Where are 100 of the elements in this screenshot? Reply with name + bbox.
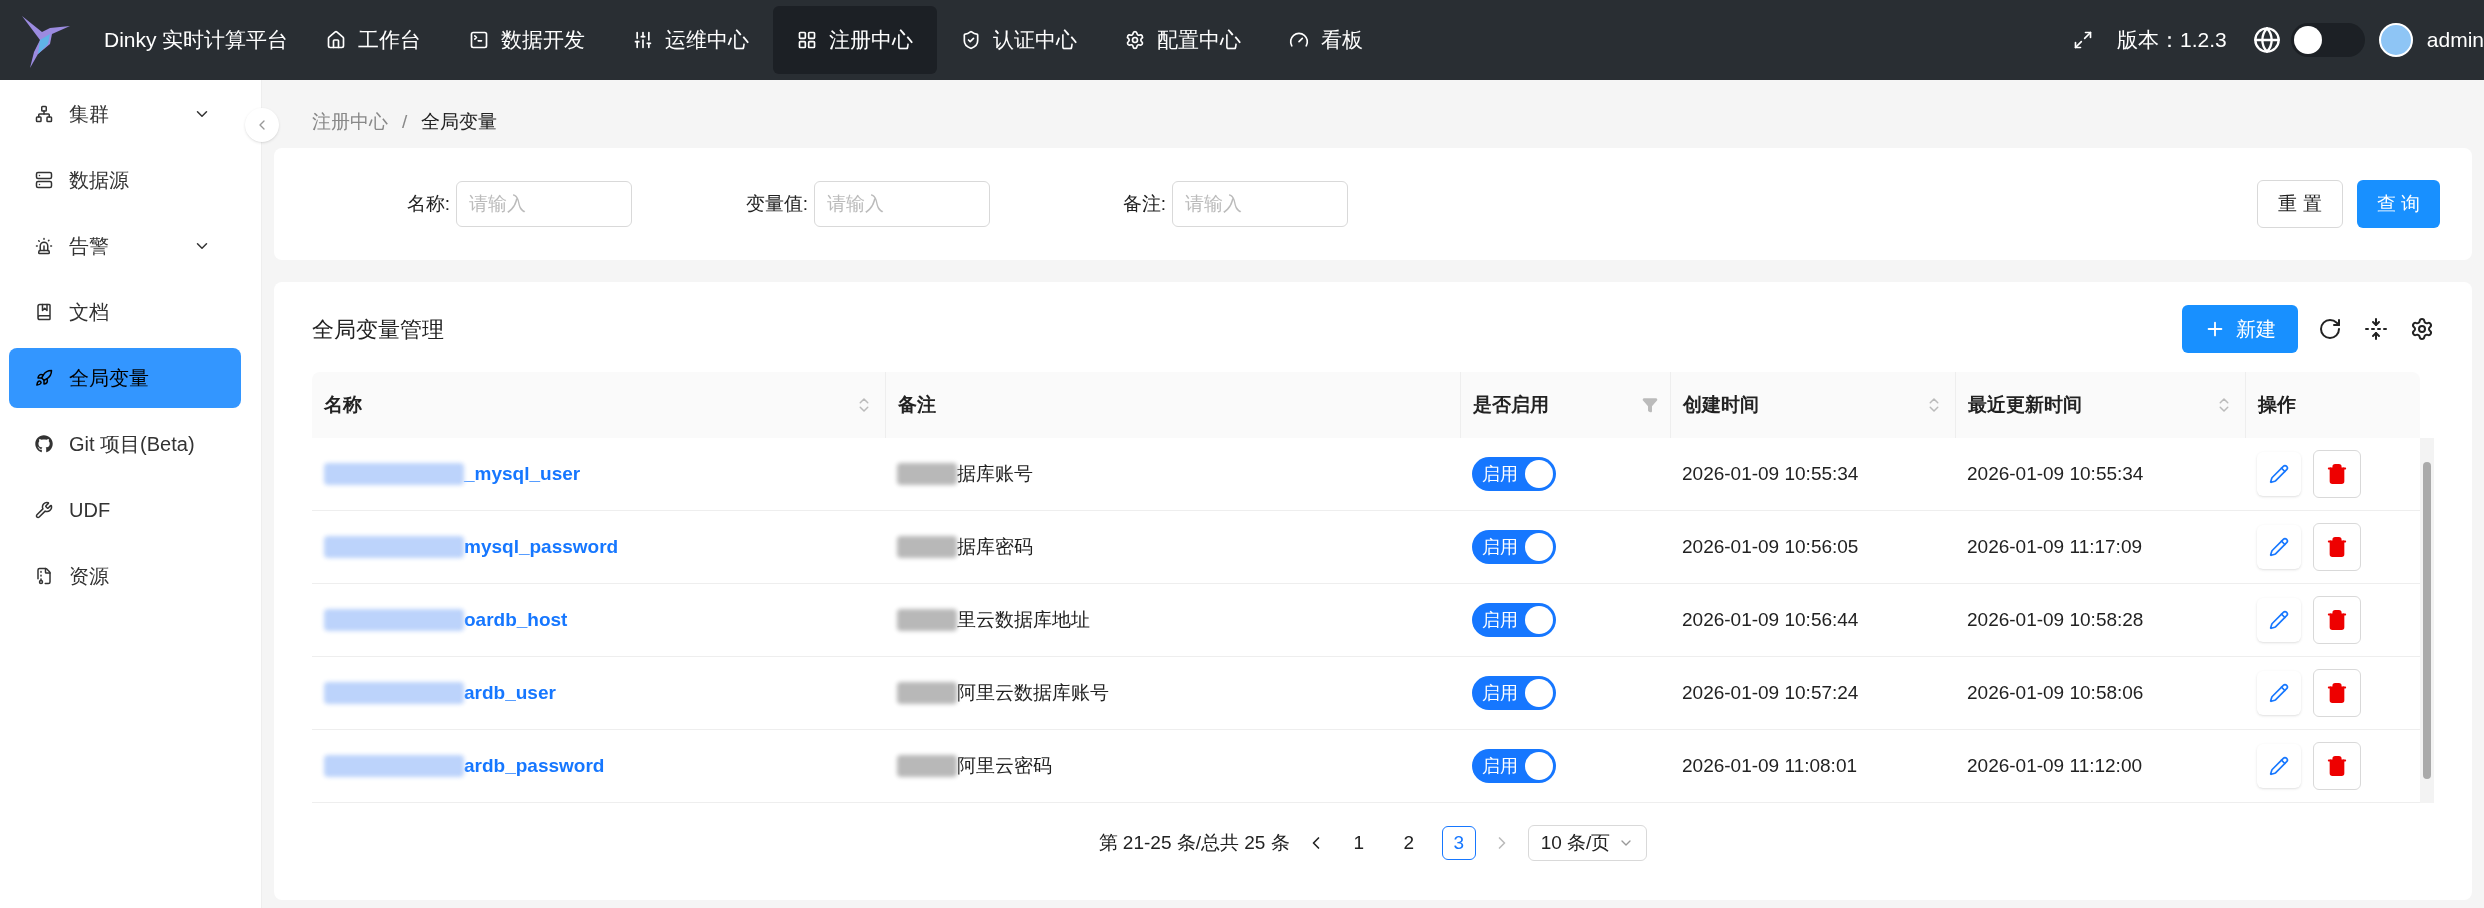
shield-icon [961, 30, 982, 50]
grid-icon [797, 30, 818, 50]
table-cell-text: 阿里云数据库账号 [957, 680, 1109, 705]
theme-toggle[interactable] [2290, 23, 2365, 57]
fullscreen-icon[interactable] [2073, 30, 2094, 50]
filter-input[interactable]: 请输入 [456, 181, 632, 227]
nav-tab[interactable]: 认证中心 [937, 6, 1102, 74]
delete-button[interactable] [2313, 450, 2361, 498]
wrench-icon [35, 501, 53, 519]
table-cell-text: 2026-01-09 11:17:09 [1966, 534, 2144, 559]
variable-name-link[interactable]: ardb_password [464, 751, 605, 781]
sliders-icon [633, 30, 654, 50]
enable-switch[interactable]: 启用 [1472, 603, 1556, 637]
sidebar-item[interactable]: 资源 [9, 546, 241, 606]
page-button[interactable]: 2 [1391, 826, 1426, 860]
siren-icon [35, 237, 53, 255]
sidebar-item[interactable]: 全局变量 [9, 348, 241, 408]
delete-button[interactable] [2313, 742, 2361, 790]
language-icon[interactable] [2252, 26, 2281, 54]
column-header[interactable]: 是否启用 [1460, 372, 1670, 438]
table-cell-text: 2026-01-09 10:55:34 [1966, 461, 2145, 486]
trash-icon [2326, 463, 2348, 485]
page-size-select[interactable]: 10 条/页 [1527, 825, 1648, 861]
variable-name-link[interactable]: _mysql_user [464, 459, 581, 489]
trash-icon [2326, 682, 2348, 704]
breadcrumb-separator: / [402, 109, 408, 134]
filter-label: 名称: [405, 191, 451, 216]
version-label: 版本：1.2.3 [2117, 27, 2227, 54]
table-cell-text: 2026-01-09 10:56:44 [1681, 607, 1860, 632]
breadcrumb-current: 全局变量 [421, 109, 498, 134]
pencil-icon [2269, 756, 2289, 776]
file-icon [35, 567, 53, 585]
network-icon [35, 105, 53, 123]
column-header: 备注 [885, 372, 1460, 438]
avatar[interactable] [2378, 23, 2413, 57]
filter-input[interactable]: 请输入 [1172, 181, 1348, 227]
gear-icon [1125, 30, 1146, 50]
delete-button[interactable] [2313, 669, 2361, 717]
gauge-icon [1289, 30, 1310, 50]
server-icon [35, 171, 53, 189]
nav-tab[interactable]: 注册中心 [773, 6, 938, 74]
sidebar-item[interactable]: 数据源 [9, 150, 241, 210]
trash-icon [2326, 536, 2348, 558]
table-cell-text: 2026-01-09 10:55:34 [1681, 461, 1860, 486]
filter-input[interactable]: 请输入 [814, 181, 990, 227]
rocket-icon [35, 369, 53, 387]
scrollbar[interactable] [2420, 438, 2434, 803]
column-header[interactable]: 名称 [312, 372, 885, 438]
sidebar-item[interactable]: 集群 [9, 84, 241, 144]
nav-tab[interactable]: 运维中心 [609, 6, 774, 74]
table-cell-text: 据库密码 [957, 534, 1033, 559]
column-header: 操作 [2245, 372, 2420, 438]
nav-tab[interactable]: 工作台 [302, 6, 446, 74]
nav-tab[interactable]: 配置中心 [1101, 6, 1266, 74]
enable-switch[interactable]: 启用 [1472, 530, 1556, 564]
table-cell-text: 2026-01-09 10:57:24 [1681, 680, 1860, 705]
filter-label: 备注: [1121, 191, 1167, 216]
user-name[interactable]: admin [2426, 24, 2484, 56]
house-icon [326, 30, 347, 50]
reset-button[interactable]: 重 置 [2257, 180, 2343, 228]
refresh-icon[interactable] [2318, 317, 2342, 341]
table-cell-text: 阿里云密码 [957, 753, 1052, 778]
variable-name-link[interactable]: ardb_user [464, 678, 556, 708]
pencil-icon [2269, 683, 2289, 703]
delete-button[interactable] [2313, 596, 2361, 644]
terminal-icon [469, 30, 490, 50]
table-cell-text: 里云数据库地址 [957, 607, 1090, 632]
trash-icon [2326, 609, 2348, 631]
nav-tab[interactable]: 看板 [1265, 6, 1388, 74]
sidebar-item[interactable]: 告警 [9, 216, 241, 276]
pencil-icon [2269, 464, 2289, 484]
sidebar-item[interactable]: Git 项目(Beta) [9, 414, 241, 474]
settings-icon[interactable] [2410, 317, 2434, 341]
page-button[interactable]: 3 [1441, 826, 1476, 860]
enable-switch[interactable]: 启用 [1472, 457, 1556, 491]
variable-name-link[interactable]: mysql_password [464, 532, 619, 562]
enable-switch[interactable]: 启用 [1472, 749, 1556, 783]
delete-button[interactable] [2313, 523, 2361, 571]
sidebar-item[interactable]: UDF [9, 480, 241, 540]
trash-icon [2326, 755, 2348, 777]
table-title: 全局变量管理 [312, 315, 445, 344]
pagination-summary: 第 21-25 条/总共 25 条 [1098, 830, 1290, 855]
column-header[interactable]: 最近更新时间 [1955, 372, 2245, 438]
column-header[interactable]: 创建时间 [1670, 372, 1955, 438]
page-button[interactable]: 1 [1341, 826, 1376, 860]
pencil-icon [2269, 537, 2289, 557]
variable-name-link[interactable]: oardb_host [464, 605, 568, 635]
app-title: Dinky 实时计算平台 [104, 27, 289, 54]
table-cell-text: 2026-01-09 10:58:28 [1966, 607, 2145, 632]
table-cell-text: 2026-01-09 10:58:06 [1966, 680, 2145, 705]
table-cell-text: 2026-01-09 11:12:00 [1966, 753, 2144, 778]
nav-tab[interactable]: 数据开发 [445, 6, 610, 74]
table-cell-text: 据库账号 [957, 461, 1033, 486]
enable-switch[interactable]: 启用 [1472, 676, 1556, 710]
github-icon [35, 435, 53, 453]
book-icon [35, 303, 53, 321]
row-height-icon[interactable] [2364, 317, 2388, 341]
table-cell-text: 2026-01-09 10:56:05 [1681, 534, 1860, 559]
table-cell-text: 2026-01-09 11:08:01 [1681, 753, 1859, 778]
sidebar-item[interactable]: 文档 [9, 282, 241, 342]
